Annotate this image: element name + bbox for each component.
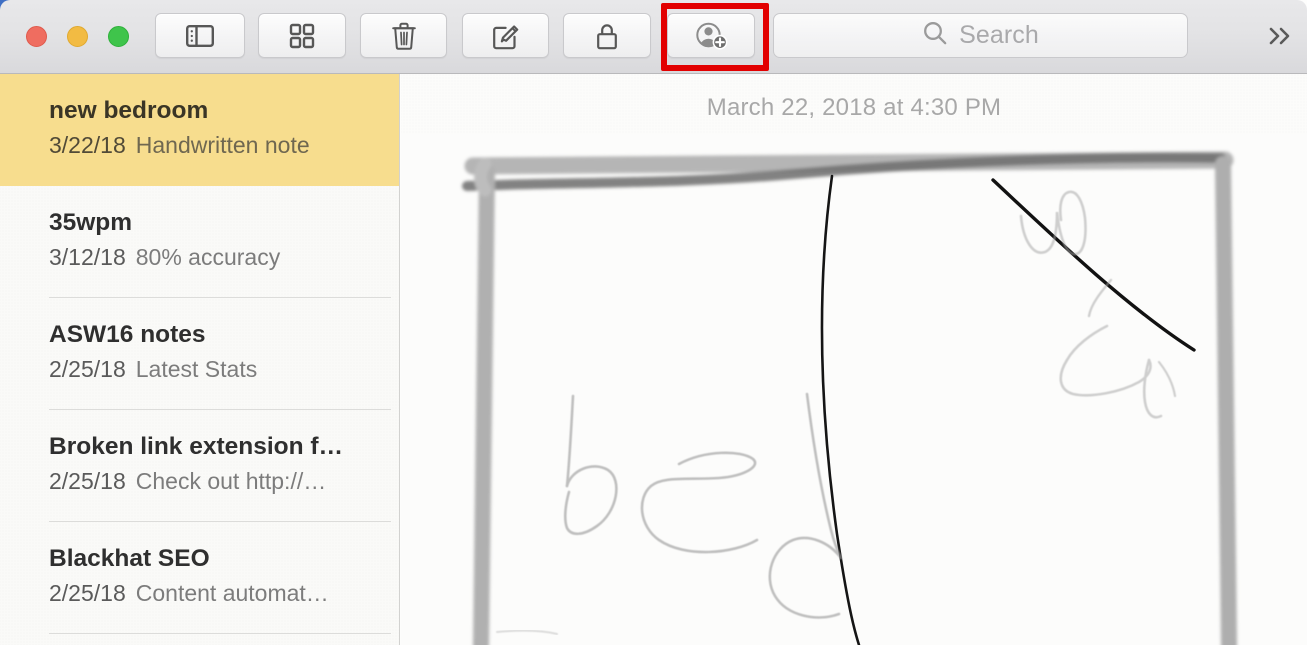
- note-list-item[interactable]: 35wpm 3/12/18 80% accuracy: [0, 186, 399, 298]
- sidebar-toggle-button[interactable]: [155, 13, 245, 58]
- list-divider: [49, 633, 391, 634]
- note-list-sidebar[interactable]: new bedroom 3/22/18 Handwritten note 35wp…: [0, 74, 400, 645]
- delete-note-button[interactable]: [360, 13, 447, 58]
- note-snippet: Check out http://…: [135, 468, 327, 494]
- grid-view-icon: [289, 23, 315, 49]
- compose-icon: [492, 22, 520, 50]
- sidebar-toggle-icon: [186, 24, 214, 48]
- search-input[interactable]: Search: [773, 13, 1188, 58]
- note-snippet: Latest Stats: [135, 356, 258, 382]
- note-date: 2/25/18: [49, 468, 126, 494]
- new-note-button[interactable]: [462, 13, 549, 58]
- search-placeholder-text: Search: [959, 21, 1039, 49]
- note-title: 35wpm: [49, 209, 133, 236]
- add-people-button[interactable]: [667, 13, 755, 58]
- window-controls: [26, 26, 129, 47]
- note-title: Broken link extension f…: [49, 433, 344, 460]
- note-snippet: 80% accuracy: [135, 244, 281, 270]
- note-meta: 3/22/18 Handwritten note: [49, 131, 379, 159]
- note-title: new bedroom: [49, 97, 209, 124]
- window-toolbar: Search: [0, 0, 1307, 74]
- close-window-button[interactable]: [26, 26, 47, 47]
- lock-note-button[interactable]: [563, 13, 651, 58]
- note-detail-pane[interactable]: March 22, 2018 at 4:30 PM: [401, 74, 1307, 645]
- note-meta: 2/25/18 Content automat…: [49, 579, 379, 607]
- note-list-item[interactable]: new bedroom 3/22/18 Handwritten note: [0, 74, 399, 186]
- note-list-item[interactable]: Blackhat SEO 2/25/18 Content automat…: [0, 522, 399, 634]
- note-date: 2/25/18: [49, 356, 126, 382]
- note-meta: 2/25/18 Check out http://…: [49, 467, 379, 495]
- maximize-window-button[interactable]: [108, 26, 129, 47]
- note-meta: 3/12/18 80% accuracy: [49, 243, 379, 271]
- note-meta: 2/25/18 Latest Stats: [49, 355, 379, 383]
- minimize-window-button[interactable]: [67, 26, 88, 47]
- lock-icon: [595, 22, 619, 50]
- notes-app-window: Search new bedroom 3/22/18 Handwritten no…: [0, 0, 1307, 645]
- note-snippet: Handwritten note: [135, 132, 310, 158]
- gallery-view-button[interactable]: [258, 13, 346, 58]
- chevron-double-right-icon: [1264, 25, 1294, 52]
- add-person-icon: [693, 21, 729, 51]
- note-list-item[interactable]: Broken link extension f… 2/25/18 Check ou…: [0, 410, 399, 522]
- handwritten-note-sketch: [401, 134, 1307, 645]
- note-list-item[interactable]: ASW16 notes 2/25/18 Latest Stats: [0, 298, 399, 410]
- note-date: 2/25/18: [49, 580, 126, 606]
- note-date: 3/22/18: [49, 132, 126, 158]
- toolbar-overflow-button[interactable]: [1259, 22, 1299, 54]
- note-title: Blackhat SEO: [49, 545, 210, 572]
- note-date: 3/12/18: [49, 244, 126, 270]
- note-snippet: Content automat…: [135, 580, 329, 606]
- trash-icon: [391, 22, 416, 50]
- search-icon: [922, 20, 948, 51]
- note-timestamp: March 22, 2018 at 4:30 PM: [706, 94, 1002, 121]
- note-title: ASW16 notes: [49, 321, 206, 348]
